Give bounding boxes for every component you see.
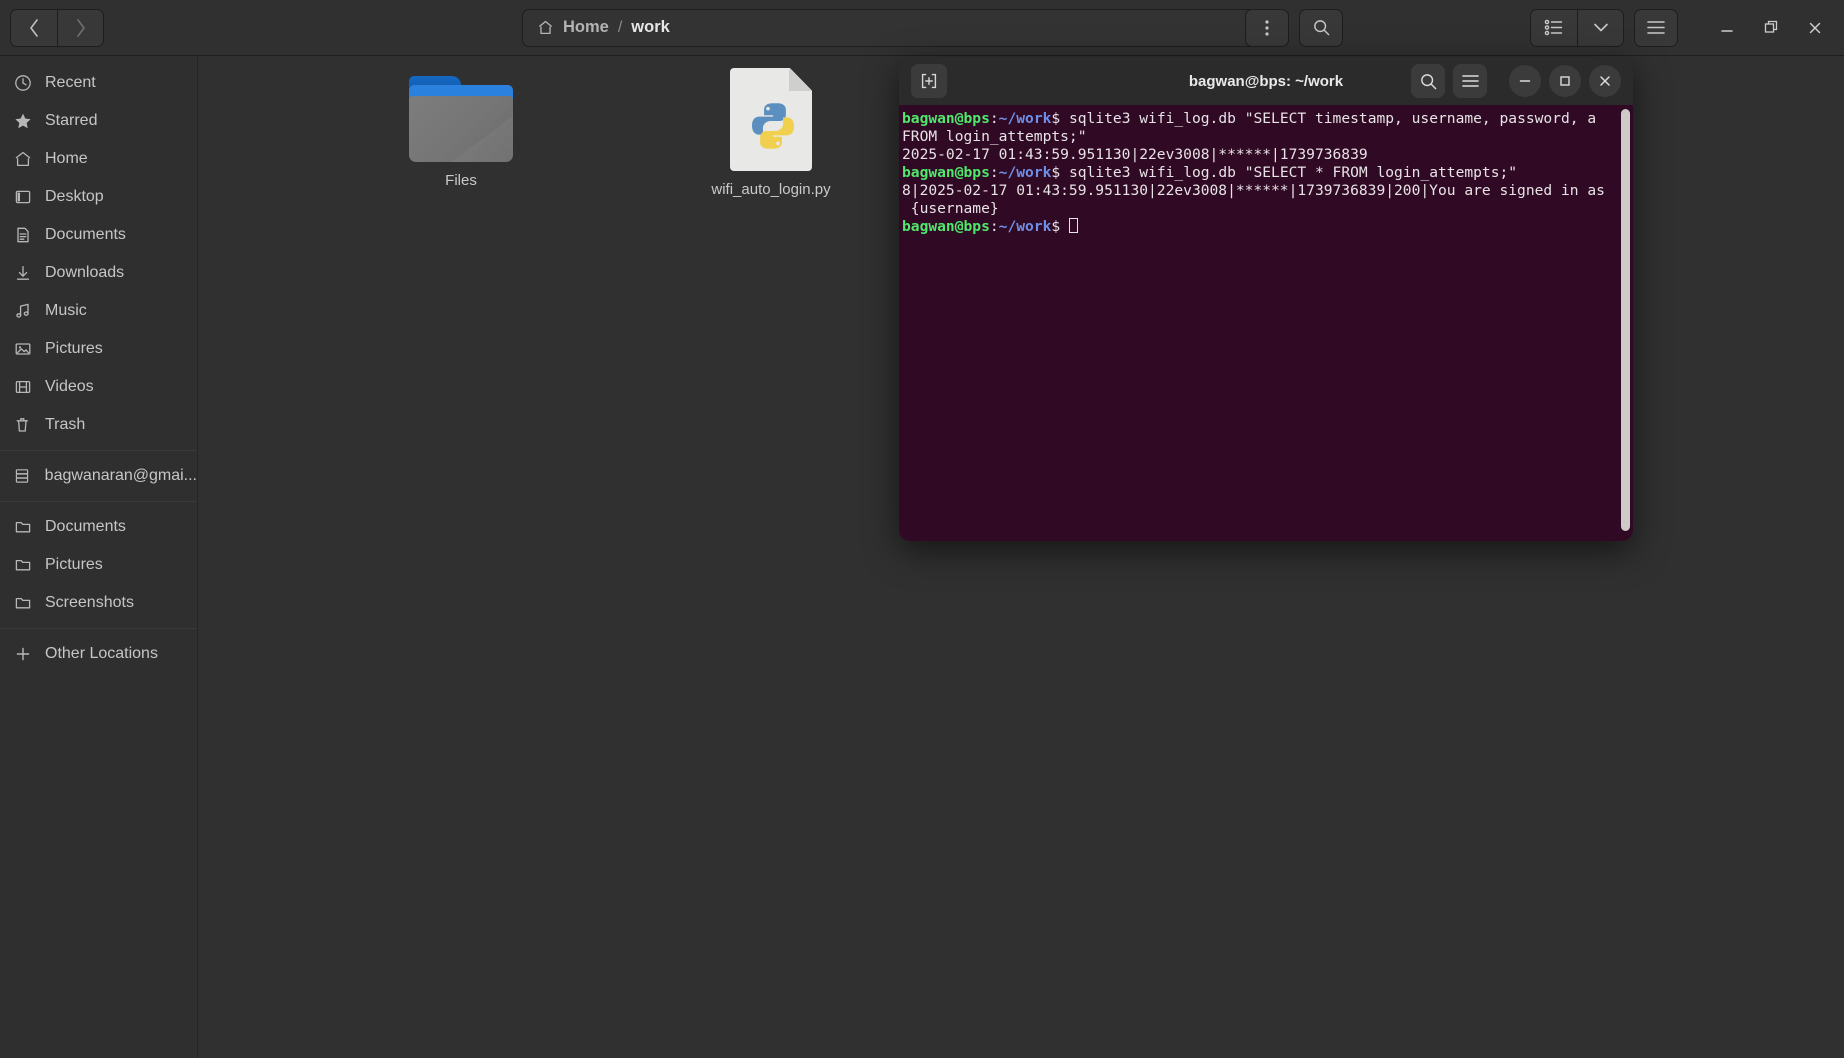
breadcrumb-separator: /: [617, 18, 623, 36]
sidebar-bookmark-documents[interactable]: Documents: [0, 508, 197, 546]
sidebar-divider: [0, 450, 197, 451]
file-item-wifi-auto-login[interactable]: wifi_auto_login.py: [696, 68, 846, 198]
sidebar-label: Documents: [45, 226, 126, 243]
terminal-output: bagwan@bps:~/work$ sqlite3 wifi_log.db "…: [902, 110, 1633, 236]
sidebar-item-account[interactable]: bagwanaran@gmai...: [0, 457, 197, 495]
terminal-body[interactable]: bagwan@bps:~/work$ sqlite3 wifi_log.db "…: [899, 105, 1633, 541]
home-icon: [13, 150, 32, 169]
view-list-button[interactable]: [1531, 9, 1577, 46]
terminal-window[interactable]: bagwan@bps: ~/work bagwan@bps:~/work$ sq…: [899, 57, 1633, 541]
home-icon: [537, 19, 554, 36]
header-action-buttons: [1245, 8, 1343, 47]
terminal-menu-button[interactable]: [1453, 64, 1487, 98]
search-button[interactable]: [1299, 8, 1343, 47]
file-item-files-folder[interactable]: Files: [386, 76, 536, 189]
header-right-controls: [1530, 8, 1832, 47]
sidebar-label: Desktop: [45, 188, 104, 205]
terminal-output-line: FROM login_attempts;": [902, 128, 1087, 145]
sidebar-label: Screenshots: [45, 594, 134, 611]
sidebar-item-trash[interactable]: Trash: [0, 406, 197, 444]
forward-button[interactable]: [57, 9, 103, 46]
terminal-close-button[interactable]: [1589, 65, 1621, 97]
terminal-header-bar: bagwan@bps: ~/work: [899, 57, 1633, 105]
terminal-prompt-line: bagwan@bps:~/work$ sqlite3 wifi_log.db "…: [902, 110, 1597, 127]
python-file-icon: [730, 68, 812, 171]
terminal-output-line: 8|2025-02-17 01:43:59.951130|22ev3008|**…: [902, 182, 1605, 199]
server-icon: [13, 467, 32, 486]
sidebar-item-pictures[interactable]: Pictures: [0, 330, 197, 368]
terminal-prompt-line: bagwan@bps:~/work$ sqlite3 wifi_log.db "…: [902, 164, 1518, 181]
file-label: Files: [445, 172, 477, 189]
sidebar-bookmark-pictures[interactable]: Pictures: [0, 546, 197, 584]
sidebar-label: Starred: [45, 112, 98, 129]
sidebar-item-starred[interactable]: Starred: [0, 102, 197, 140]
sidebar-divider: [0, 628, 197, 629]
plus-icon: [13, 645, 32, 664]
sidebar-label: Pictures: [45, 340, 103, 357]
terminal-header-controls: [1411, 64, 1621, 98]
breadcrumb-home[interactable]: Home: [563, 18, 609, 37]
sidebar-label: Videos: [45, 378, 94, 395]
file-label: wifi_auto_login.py: [711, 181, 831, 198]
document-icon: [13, 226, 32, 245]
music-note-icon: [13, 302, 32, 321]
folder-icon: [13, 594, 32, 613]
sidebar-item-other-locations[interactable]: Other Locations: [0, 635, 197, 673]
terminal-output-line: {username}: [902, 200, 999, 217]
files-minimize-button[interactable]: [1710, 11, 1744, 45]
files-maximize-button[interactable]: [1754, 11, 1788, 45]
sidebar-label: Downloads: [45, 264, 125, 281]
sidebar-label: Music: [45, 302, 87, 319]
clock-icon: [13, 74, 32, 93]
terminal-scrollbar[interactable]: [1621, 109, 1630, 531]
new-tab-icon[interactable]: [911, 64, 947, 98]
desktop-icon: [13, 188, 32, 207]
sidebar-item-videos[interactable]: Videos: [0, 368, 197, 406]
sidebar-item-downloads[interactable]: Downloads: [0, 254, 197, 292]
folder-icon: [13, 518, 32, 537]
trash-icon: [13, 416, 32, 435]
terminal-maximize-button[interactable]: [1549, 65, 1581, 97]
view-dropdown-button[interactable]: [1577, 9, 1623, 46]
sidebar-bookmark-screenshots[interactable]: Screenshots: [0, 584, 197, 622]
terminal-minimize-button[interactable]: [1509, 65, 1541, 97]
navigation-buttons: [10, 8, 104, 47]
back-button[interactable]: [11, 9, 57, 46]
sidebar-label: Documents: [45, 518, 126, 535]
files-header-bar: Home / work: [0, 0, 1844, 56]
sidebar: Recent Starred Home Desktop Documents Do…: [0, 56, 198, 1058]
sidebar-label: Other Locations: [45, 645, 158, 662]
sidebar-label: Trash: [45, 416, 86, 433]
breadcrumb-work[interactable]: work: [631, 18, 670, 37]
sidebar-divider: [0, 501, 197, 502]
star-icon: [13, 112, 32, 131]
sidebar-item-documents[interactable]: Documents: [0, 216, 197, 254]
sidebar-item-home[interactable]: Home: [0, 140, 197, 178]
main-menu-button[interactable]: [1634, 8, 1678, 47]
breadcrumb-pathbar[interactable]: Home / work: [522, 8, 1262, 47]
terminal-cursor: [1068, 218, 1078, 233]
sidebar-item-desktop[interactable]: Desktop: [0, 178, 197, 216]
sidebar-item-music[interactable]: Music: [0, 292, 197, 330]
folder-icon: [409, 76, 513, 162]
image-icon: [13, 340, 32, 359]
sidebar-label: bagwanaran@gmai...: [44, 467, 197, 484]
terminal-output-line: 2025-02-17 01:43:59.951130|22ev3008|****…: [902, 146, 1368, 163]
view-mode-group: [1530, 8, 1624, 47]
sidebar-label: Home: [45, 150, 88, 167]
download-icon: [13, 264, 32, 283]
film-icon: [13, 378, 32, 397]
sidebar-label: Pictures: [45, 556, 103, 573]
files-close-button[interactable]: [1798, 11, 1832, 45]
folder-icon: [13, 556, 32, 575]
sidebar-item-recent[interactable]: Recent: [0, 64, 197, 102]
terminal-prompt-line: bagwan@bps:~/work$: [902, 218, 1633, 236]
overflow-menu-button[interactable]: [1245, 8, 1289, 47]
terminal-search-button[interactable]: [1411, 64, 1445, 98]
sidebar-label: Recent: [45, 74, 96, 91]
